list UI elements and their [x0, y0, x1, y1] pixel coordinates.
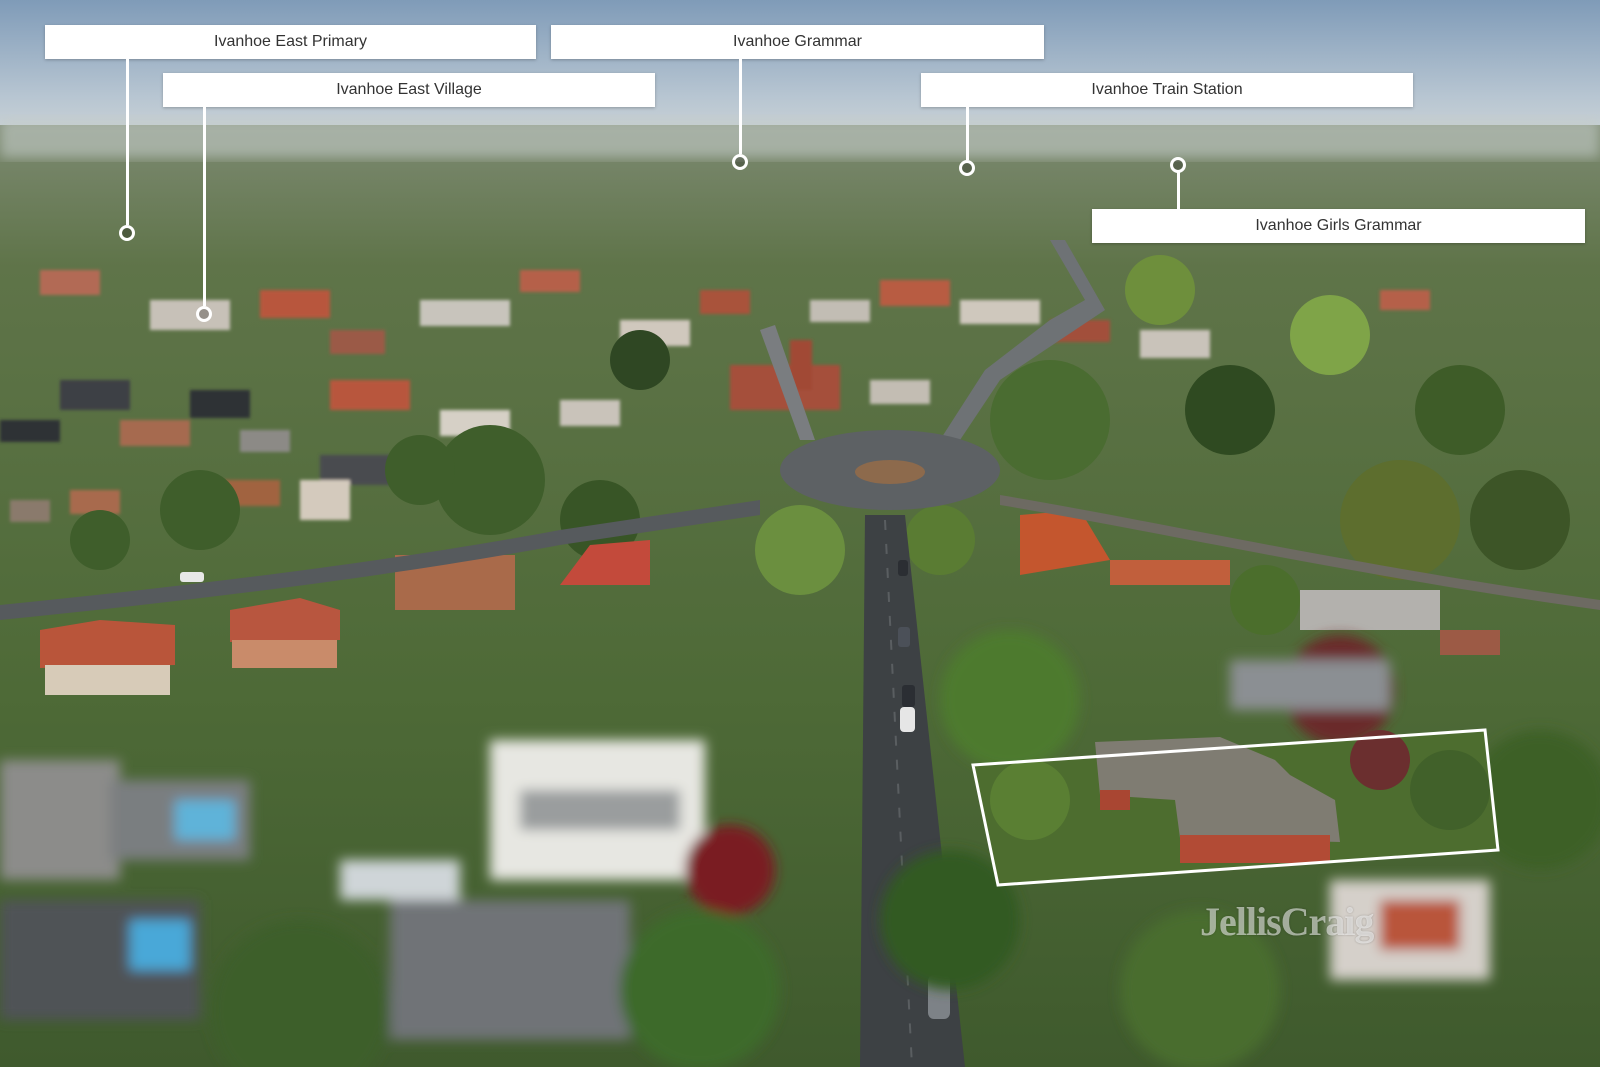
label-ivanhoe-girls-grammar: Ivanhoe Girls Grammar [1092, 209, 1585, 243]
label-text: Ivanhoe East Primary [214, 33, 367, 50]
roundabout-island [855, 460, 925, 484]
label-text: Ivanhoe Grammar [733, 33, 862, 50]
leader-line [1177, 170, 1180, 209]
location-marker [732, 154, 748, 170]
label-text: Ivanhoe Girls Grammar [1255, 217, 1422, 234]
location-marker [196, 306, 212, 322]
horizon-haze [0, 118, 1600, 158]
aerial-photo: Ivanhoe East Primary Ivanhoe East Villag… [0, 0, 1600, 1067]
label-ivanhoe-east-primary: Ivanhoe East Primary [45, 25, 536, 59]
location-marker [1170, 157, 1186, 173]
label-ivanhoe-east-village: Ivanhoe East Village [163, 73, 655, 107]
label-text: Ivanhoe Train Station [1091, 81, 1243, 98]
location-marker [119, 225, 135, 241]
leader-line [739, 59, 742, 154]
label-ivanhoe-train-station: Ivanhoe Train Station [921, 73, 1413, 107]
leader-line [126, 59, 129, 225]
location-marker [959, 160, 975, 176]
label-text: Ivanhoe East Village [336, 81, 482, 98]
leader-line [203, 107, 206, 306]
label-ivanhoe-grammar: Ivanhoe Grammar [551, 25, 1044, 59]
jellis-craig-watermark: JellisCraig [1200, 899, 1374, 944]
leader-line [966, 107, 969, 160]
